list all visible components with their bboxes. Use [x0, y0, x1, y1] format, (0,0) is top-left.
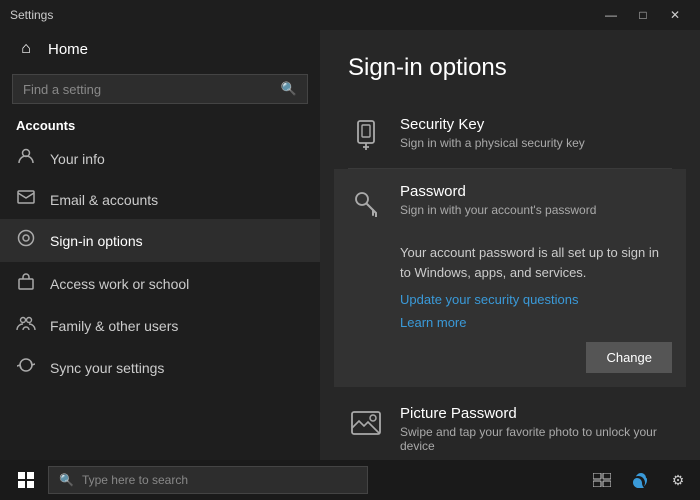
email-icon [16, 190, 36, 209]
security-key-text: Security Key Sign in with a physical sec… [400, 116, 672, 150]
sidebar-home-label: Home [48, 41, 88, 58]
maximize-button[interactable]: □ [628, 5, 658, 25]
taskbar-edge-icon[interactable] [626, 466, 654, 494]
security-key-icon [348, 118, 384, 154]
sidebar-item-sign-in-options[interactable]: Sign-in options [0, 219, 320, 262]
taskbar-search-box[interactable]: 🔍 [48, 466, 368, 494]
change-button[interactable]: Change [586, 342, 672, 373]
sidebar-item-your-info-label: Your info [50, 151, 105, 167]
sidebar-item-home[interactable]: ⌂ Home [0, 30, 320, 68]
picture-password-option[interactable]: Picture Password Swipe and tap your favo… [348, 391, 672, 460]
home-icon: ⌂ [16, 40, 36, 58]
taskbar: 🔍 ⚙ [0, 460, 700, 500]
sidebar-item-sync-label: Sync your settings [50, 360, 164, 376]
security-key-option[interactable]: Security Key Sign in with a physical sec… [348, 102, 672, 169]
password-option: Password Sign in with your account's pas… [334, 169, 686, 387]
taskbar-right: ⚙ [588, 466, 692, 494]
sidebar-item-sync-settings[interactable]: Sync your settings [0, 346, 320, 389]
access-work-icon [16, 272, 36, 295]
taskbar-search-input[interactable] [82, 473, 357, 487]
password-option-header: Password Sign in with your account's pas… [348, 183, 596, 221]
close-button[interactable]: ✕ [660, 5, 690, 25]
window-title: Settings [10, 8, 596, 22]
security-key-desc: Sign in with a physical security key [400, 136, 672, 150]
taskbar-settings-icon[interactable]: ⚙ [664, 466, 692, 494]
password-desc: Sign in with your account's password [400, 203, 596, 217]
password-body: Your account password is all set up to s… [348, 243, 672, 373]
search-icon: 🔍 [281, 81, 297, 97]
taskbar-search-icon: 🔍 [59, 473, 74, 487]
password-title: Password [400, 183, 596, 200]
sync-icon [16, 356, 36, 379]
sidebar-item-family-users-label: Family & other users [50, 318, 178, 334]
sidebar: ⌂ Home 🔍 Accounts Your info [0, 30, 320, 460]
password-body-text: Your account password is all set up to s… [400, 243, 672, 282]
page-title: Sign-in options [348, 54, 672, 82]
picture-password-title: Picture Password [400, 405, 672, 422]
title-bar: Settings — □ ✕ [0, 0, 700, 30]
security-key-title: Security Key [400, 116, 672, 133]
sidebar-item-family-users[interactable]: Family & other users [0, 305, 320, 346]
picture-password-icon [348, 407, 384, 443]
your-info-icon [16, 147, 36, 170]
update-security-link[interactable]: Update your security questions [400, 292, 672, 307]
sidebar-item-access-work-label: Access work or school [50, 276, 189, 292]
picture-password-desc: Swipe and tap your favorite photo to unl… [400, 425, 672, 453]
main-content: ⌂ Home 🔍 Accounts Your info [0, 30, 700, 460]
sidebar-item-your-info[interactable]: Your info [0, 137, 320, 180]
minimize-button[interactable]: — [596, 5, 626, 25]
sidebar-item-access-work[interactable]: Access work or school [0, 262, 320, 305]
search-box[interactable]: 🔍 [12, 74, 308, 104]
right-panel: Sign-in options Security Key Sign in wit… [320, 30, 700, 460]
password-text: Password Sign in with your account's pas… [400, 183, 596, 217]
sidebar-section-header: Accounts [0, 112, 320, 137]
search-input[interactable] [23, 82, 273, 97]
sidebar-item-email-accounts-label: Email & accounts [50, 192, 158, 208]
sidebar-item-email-accounts[interactable]: Email & accounts [0, 180, 320, 219]
sign-in-icon [16, 229, 36, 252]
sidebar-item-sign-in-label: Sign-in options [50, 233, 143, 249]
picture-password-text: Picture Password Swipe and tap your favo… [400, 405, 672, 453]
learn-more-link[interactable]: Learn more [400, 315, 672, 330]
window-controls: — □ ✕ [596, 5, 690, 25]
taskbar-task-view[interactable] [588, 466, 616, 494]
family-icon [16, 315, 36, 336]
start-button[interactable] [8, 462, 44, 498]
password-icon [348, 185, 384, 221]
